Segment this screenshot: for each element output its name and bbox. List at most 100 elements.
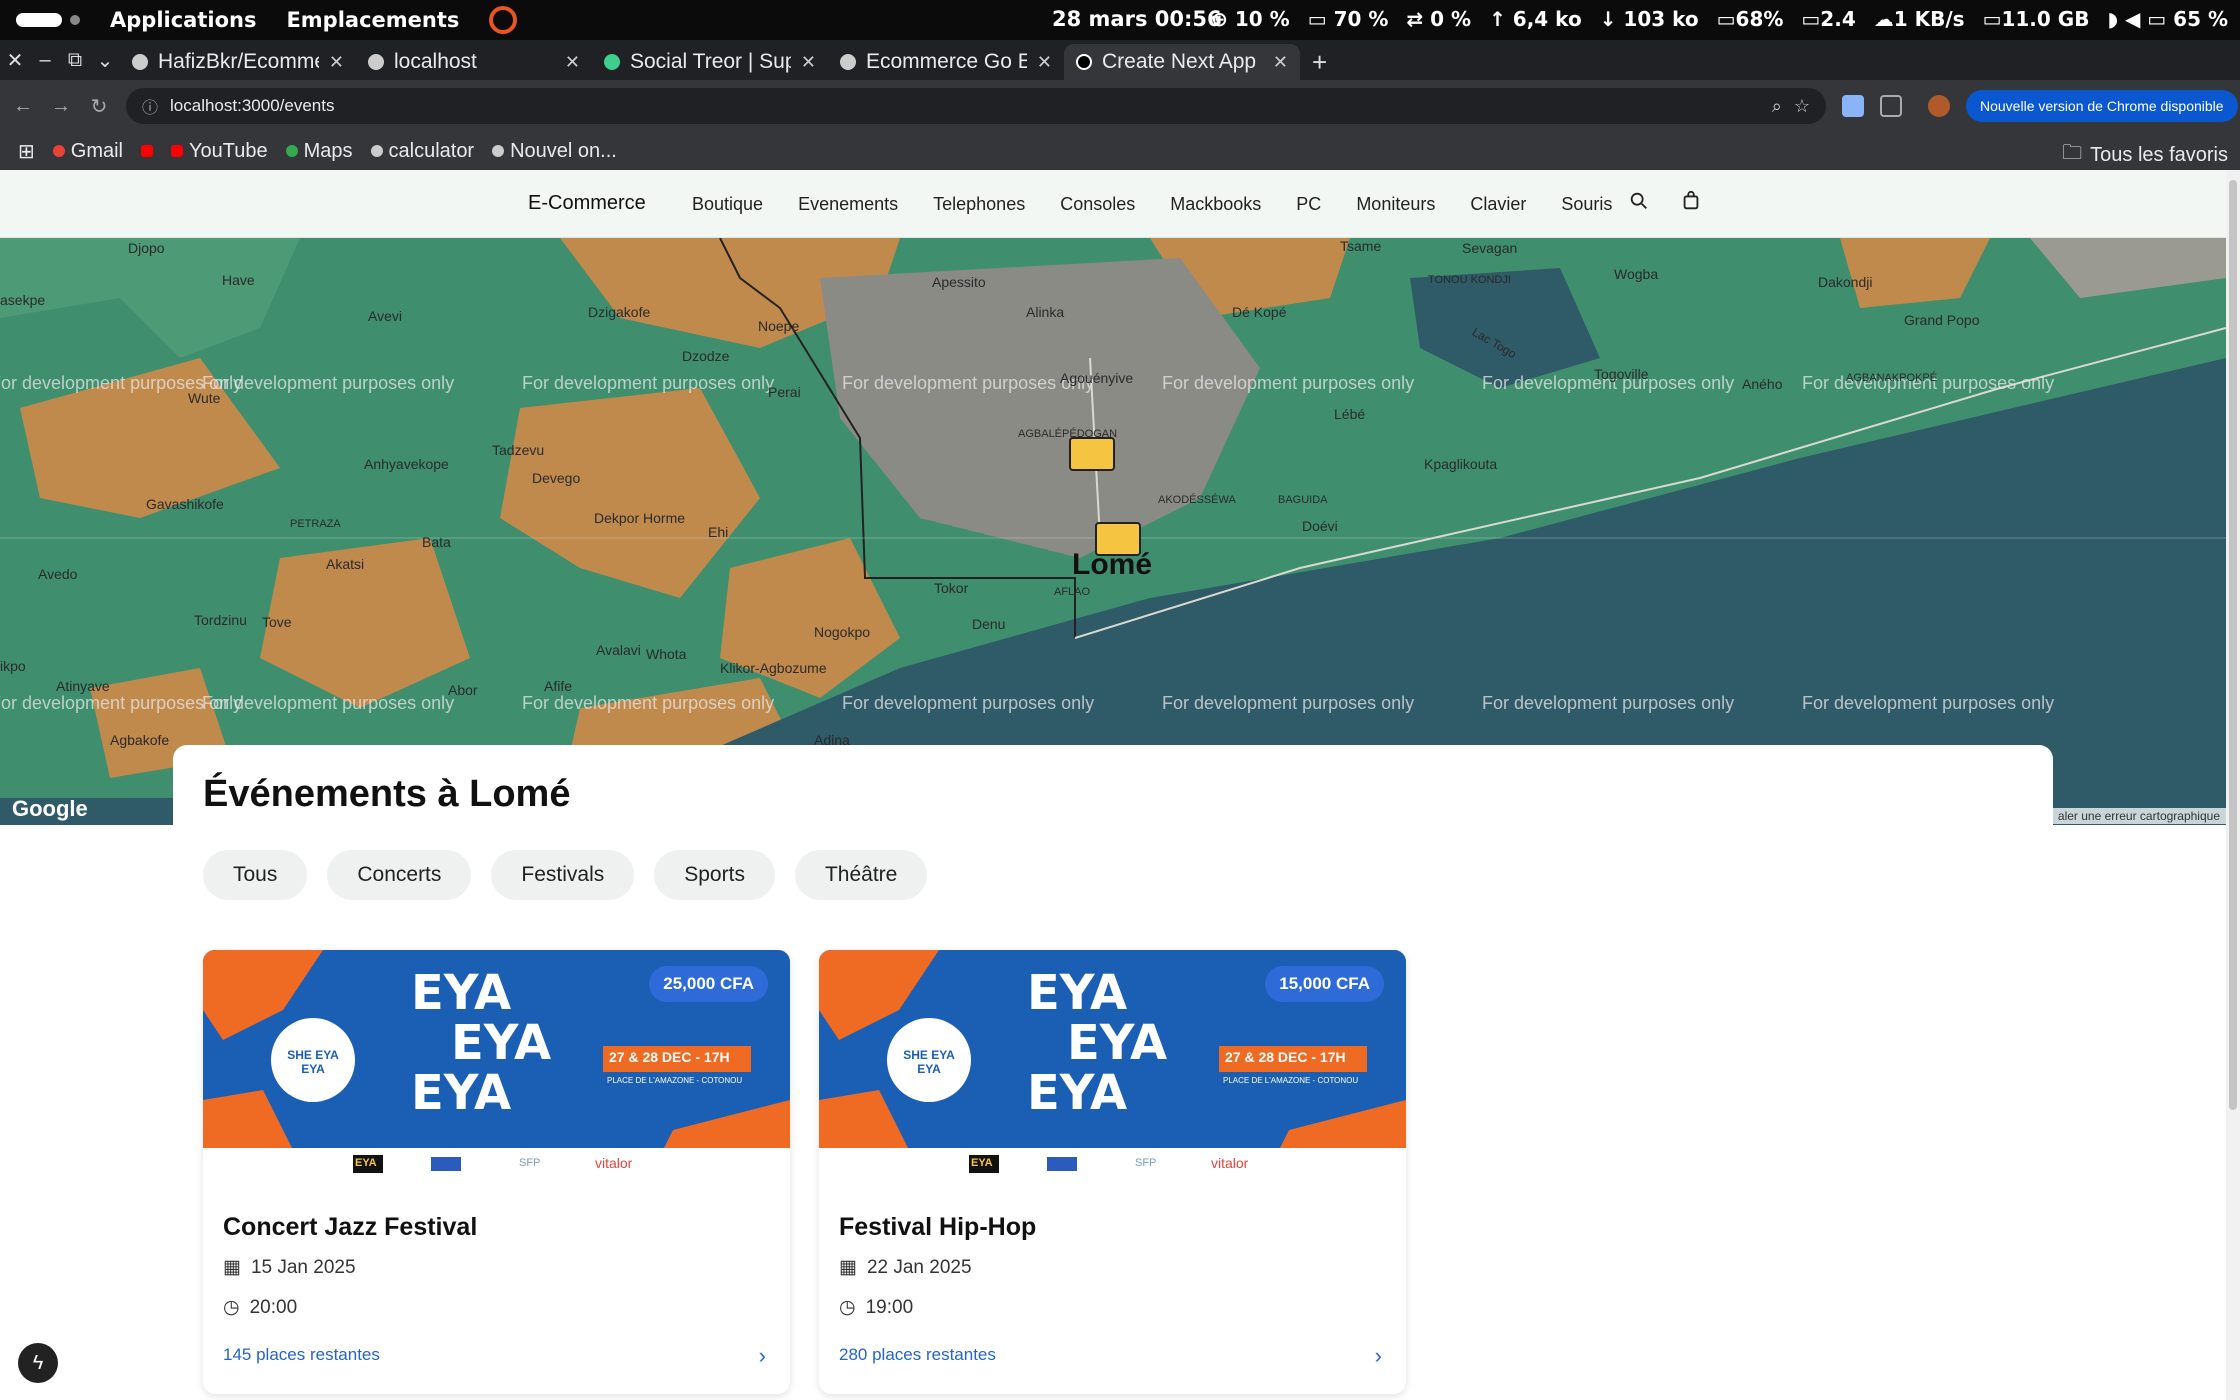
seats-remaining[interactable]: 145 places restantes	[223, 1345, 380, 1365]
filter-theatre[interactable]: Théâtre	[794, 850, 928, 900]
bookmark-calculator[interactable]: calculator	[370, 139, 475, 163]
browser-tab[interactable]: HafizBkr/Ecommerce ✕	[120, 44, 356, 80]
tab-search-icon[interactable]: ⌄	[90, 40, 120, 80]
close-tab-icon[interactable]: ✕	[329, 52, 344, 73]
ubuntu-logo-icon[interactable]	[489, 6, 518, 34]
chrome-update-button[interactable]: Nouvelle version de Chrome disponible	[1966, 90, 2238, 122]
map-label: Agbakofe	[110, 732, 170, 748]
bookmark-label: YouTube	[189, 139, 268, 162]
bookmark-youtube-icon-only[interactable]	[141, 145, 153, 157]
site-info-icon[interactable]: ⓘ	[142, 94, 158, 118]
page-scrollbar[interactable]	[2226, 170, 2240, 1400]
system-indicators[interactable]: ⊕ 10 % ▭ 70 % ⇄ 0 % ↑ 6,4 ko ↓ 103 ko ▭6…	[1211, 7, 2228, 31]
search-icon[interactable]	[1628, 190, 1650, 212]
map-label: Akatsi	[326, 556, 365, 572]
poster-headline: EYA	[411, 965, 512, 1021]
sponsor-logo: SFP	[1135, 1157, 1157, 1169]
omnibox[interactable]: ⓘ localhost:3000/events ⌕ ☆	[126, 88, 1826, 124]
poster-badge: SHE EYA EYA	[903, 1048, 955, 1076]
filter-festivals[interactable]: Festivals	[491, 850, 635, 900]
bookmark-gmail[interactable]: Gmail	[52, 140, 123, 163]
report-map-error-link[interactable]: aler une erreur cartographique	[2051, 808, 2226, 824]
site-brand[interactable]: E-Commerce	[528, 192, 646, 215]
close-window-icon[interactable]: ✕	[0, 40, 30, 80]
sponsor-logo: vitalor	[1211, 1155, 1249, 1171]
all-bookmarks-label: Tous les favoris	[2090, 143, 2228, 166]
restore-window-icon[interactable]: ⧉	[60, 40, 90, 80]
back-icon[interactable]: ←	[8, 95, 38, 118]
chevron-right-icon[interactable]: ›	[1375, 1343, 1382, 1369]
extensions-puzzle-icon[interactable]	[1880, 95, 1902, 117]
chevron-right-icon[interactable]: ›	[759, 1343, 766, 1369]
nav-moniteurs[interactable]: Moniteurs	[1356, 194, 1435, 215]
event-date: 22 Jan 2025	[866, 1256, 972, 1278]
url-text[interactable]: localhost:3000/events	[170, 96, 334, 116]
extension-icon[interactable]	[1842, 95, 1864, 117]
maps-icon	[285, 145, 298, 157]
events-map[interactable]: For development purposes only For develo…	[0, 238, 2226, 825]
map-watermark: For development purposes only	[1482, 693, 1735, 713]
browser-tab[interactable]: Ecommerce Go E ✕	[828, 44, 1064, 80]
event-filters: Tous Concerts Festivals Sports Théâtre	[203, 850, 928, 900]
zoom-icon[interactable]: ⌕	[1772, 96, 1782, 117]
browser-tab[interactable]: Social Treor | Sup ✕	[592, 44, 828, 80]
map-watermark: For development purposes only	[202, 373, 455, 393]
reload-icon[interactable]: ↻	[84, 94, 114, 119]
event-card[interactable]: EYA EYA EYA SHE EYA EYA 27 & 28 DEC - 17…	[203, 950, 790, 1394]
nav-clavier[interactable]: Clavier	[1470, 194, 1526, 215]
bookmark-youtube[interactable]: YouTube	[171, 140, 268, 163]
forward-icon[interactable]: →	[46, 95, 76, 118]
nav-telephones[interactable]: Telephones	[933, 194, 1025, 215]
filter-sports[interactable]: Sports	[654, 850, 775, 900]
map-label: PETRAZA	[290, 518, 341, 530]
nav-evenements[interactable]: Evenements	[798, 194, 898, 215]
filter-tous[interactable]: Tous	[203, 850, 308, 900]
nav-pc[interactable]: PC	[1296, 194, 1321, 215]
applications-menu[interactable]: Applications	[110, 8, 256, 32]
filter-concerts[interactable]: Concerts	[327, 850, 472, 900]
minimize-window-icon[interactable]: –	[30, 40, 60, 80]
bookmark-maps[interactable]: Maps	[285, 140, 353, 163]
map-label: Whota	[646, 646, 687, 662]
map-city-label: Lomé	[1072, 548, 1153, 581]
map-label: AGBANAKPOKPÉ	[1846, 372, 1938, 384]
close-tab-icon[interactable]: ✕	[1273, 52, 1288, 73]
places-menu[interactable]: Emplacements	[286, 8, 459, 32]
map-label: Kpaglikouta	[1424, 456, 1498, 472]
map-label: Bata	[422, 534, 451, 550]
browser-tab[interactable]: localhost ✕	[356, 44, 592, 80]
nav-souris[interactable]: Souris	[1561, 194, 1612, 215]
close-tab-icon[interactable]: ✕	[565, 52, 580, 73]
new-tab-button[interactable]: +	[1300, 44, 1339, 80]
browser-tab-active[interactable]: Create Next App ✕	[1064, 44, 1300, 80]
map-watermark: For development purposes only	[1802, 693, 2055, 713]
nav-boutique[interactable]: Boutique	[692, 194, 763, 215]
bookmark-label: calculator	[388, 139, 475, 162]
all-bookmarks-folder[interactable]: 🗀 Tous les favoris	[2062, 138, 2228, 172]
workspace-dot[interactable]	[70, 15, 80, 25]
dev-tools-bolt-icon[interactable]: ϟ	[18, 1343, 58, 1383]
seats-remaining[interactable]: 280 places restantes	[839, 1345, 996, 1365]
activities-indicator[interactable]	[16, 13, 62, 27]
close-tab-icon[interactable]: ✕	[801, 52, 816, 73]
map-label: Alinka	[1026, 304, 1065, 320]
bookmark-star-icon[interactable]: ☆	[1794, 96, 1810, 117]
cart-bag-icon[interactable]	[1680, 190, 1702, 212]
nav-mackbooks[interactable]: Mackbooks	[1170, 194, 1261, 215]
event-card[interactable]: EYA EYA EYA SHE EYA EYA 27 & 28 DEC - 17…	[819, 950, 1406, 1394]
map-label: Lébé	[1334, 406, 1366, 422]
map-label: Atinyave	[56, 678, 110, 694]
download-indicator: ↓ 103 ko	[1599, 7, 1699, 31]
apps-grid-icon[interactable]: ⊞	[18, 139, 35, 164]
profile-avatar[interactable]	[1928, 95, 1950, 117]
close-tab-icon[interactable]: ✕	[1037, 52, 1052, 73]
globe-icon	[370, 145, 383, 157]
bookmark-nouvel-on[interactable]: Nouvel on...	[492, 140, 617, 163]
clock[interactable]: 28 mars 00:56	[1052, 7, 1222, 31]
tab-title: HafizBkr/Ecommerce	[158, 50, 319, 73]
folder-icon: 🗀	[2062, 142, 2083, 164]
os-top-bar: Applications Emplacements 28 mars 00:56 …	[0, 0, 2240, 40]
site-header: E-Commerce Boutique Evenements Telephone…	[0, 170, 2226, 238]
scrollbar-thumb[interactable]	[2229, 180, 2237, 1110]
nav-consoles[interactable]: Consoles	[1060, 194, 1135, 215]
